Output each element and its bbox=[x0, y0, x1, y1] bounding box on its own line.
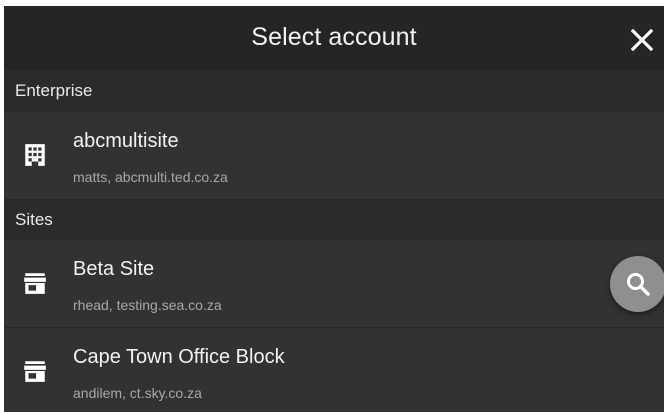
search-button[interactable] bbox=[610, 256, 664, 312]
close-button[interactable] bbox=[626, 24, 658, 56]
account-picker-dialog: Select account Enterprise abcmultisite m… bbox=[4, 6, 664, 412]
account-subtitle: rhead, testing.sea.co.za bbox=[73, 297, 222, 313]
account-subtitle: matts, abcmulti.ted.co.za bbox=[73, 169, 228, 185]
section-header-sites: Sites bbox=[4, 200, 664, 240]
store-icon bbox=[24, 273, 46, 294]
account-item-cape-town-office-block[interactable]: Cape Town Office Block andilem, ct.sky.c… bbox=[4, 328, 664, 412]
building-icon bbox=[25, 144, 45, 166]
account-item-beta-site[interactable]: Beta Site rhead, testing.sea.co.za bbox=[4, 240, 664, 328]
account-subtitle: andilem, ct.sky.co.za bbox=[73, 385, 202, 401]
store-icon bbox=[24, 361, 46, 382]
search-icon bbox=[627, 273, 650, 296]
account-name: Beta Site bbox=[73, 258, 155, 280]
account-name: abcmultisite bbox=[73, 130, 179, 152]
account-item-abcmultisite[interactable]: abcmultisite matts, abcmulti.ted.co.za bbox=[4, 112, 664, 200]
dialog-header: Select account bbox=[4, 6, 664, 70]
dialog-title: Select account bbox=[251, 23, 417, 51]
close-icon bbox=[630, 28, 654, 52]
section-header-enterprise: Enterprise bbox=[4, 70, 664, 112]
account-name: Cape Town Office Block bbox=[73, 346, 285, 368]
